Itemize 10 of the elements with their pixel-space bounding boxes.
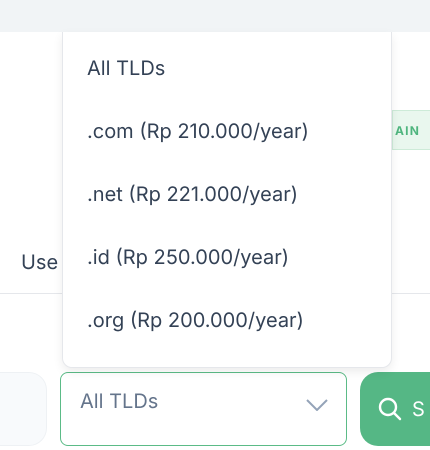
field-label: Use (21, 249, 58, 276)
dropdown-option[interactable]: .id (Rp 250.000/year) (63, 243, 391, 306)
dropdown-option[interactable]: .net (Rp 221.000/year) (63, 180, 391, 243)
dropdown-option[interactable]: .com (Rp 210.000/year) (63, 117, 391, 180)
chevron-down-icon (306, 399, 328, 411)
status-badge: AIN (392, 110, 430, 150)
search-icon (378, 397, 402, 421)
dropdown-option[interactable]: .org (Rp 200.000/year) (63, 306, 391, 369)
tld-select[interactable]: All TLDs (60, 372, 347, 446)
dropdown-option[interactable]: All TLDs (63, 54, 391, 117)
